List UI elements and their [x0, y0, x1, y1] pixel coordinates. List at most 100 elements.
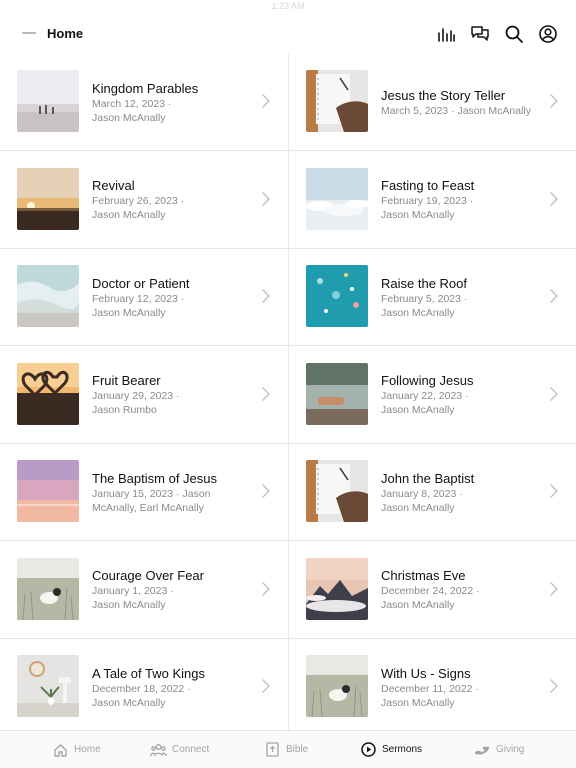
- sermon-meta: Jason McAnally: [92, 111, 166, 124]
- sermon-item[interactable]: Raise the Roof February 5, 2023 · Jason Mc…: [289, 249, 576, 346]
- status-bar: 1:23 AM: [0, 0, 576, 14]
- chevron-right-icon: [549, 679, 559, 693]
- chevron-right-icon: [261, 386, 271, 401]
- sermon-meta: January 8, 2023 ·: [381, 487, 463, 500]
- sermon-meta: Jason McAnally: [381, 696, 455, 709]
- chevron-right-icon: [261, 679, 271, 693]
- sermon-thumbnail: [17, 655, 79, 717]
- sermon-item[interactable]: With Us - Signs December 11, 2022 · Jason …: [289, 639, 576, 730]
- sermon-title: A Tale of Two Kings: [92, 665, 205, 681]
- sermon-item[interactable]: A Tale of Two Kings December 18, 2022 · Ja…: [0, 639, 288, 730]
- tab-connect[interactable]: Connect: [150, 742, 209, 757]
- sermon-item[interactable]: Jesus the Story Teller March 5, 2023 · Ja…: [289, 54, 576, 151]
- tab-label: Home: [74, 744, 101, 755]
- chevron-right-icon: [549, 484, 559, 498]
- sermon-item[interactable]: Fasting to Feast February 19, 2023 · Jason…: [289, 152, 576, 249]
- sermon-item[interactable]: Courage Over Fear January 1, 2023 · Jason …: [0, 542, 288, 639]
- sermon-title: Revival: [92, 178, 135, 193]
- sermon-thumbnail: [17, 167, 79, 230]
- sermon-meta: February 12, 2023 ·: [92, 292, 185, 305]
- sermon-title: With Us - Signs: [381, 665, 471, 681]
- sermon-title: Following Jesus: [381, 373, 474, 388]
- sermon-title: Christmas Eve: [381, 568, 466, 583]
- sermon-thumbnail: [306, 460, 368, 522]
- sermon-info: Revival February 26, 2023 · Jason McAnally: [92, 152, 258, 248]
- sermon-meta: Jason McAnally: [381, 501, 455, 514]
- sermon-thumbnail: [17, 362, 79, 425]
- sermon-title: Kingdom Parables: [92, 80, 199, 96]
- sermon-meta: February 5, 2023 ·: [381, 292, 468, 305]
- sermon-title: John the Baptist: [381, 470, 475, 486]
- chevron-right-icon: [549, 581, 559, 596]
- sermon-item[interactable]: Christmas Eve December 24, 2022 · Jason Mc…: [289, 542, 576, 639]
- sermon-title: Courage Over Fear: [92, 568, 204, 583]
- sermon-info: John the Baptist January 8, 2023 · Jason M…: [381, 444, 546, 540]
- sermon-item[interactable]: Revival February 26, 2023 · Jason McAnally: [0, 152, 288, 249]
- sermon-meta: January 1, 2023 ·: [92, 585, 174, 597]
- sermon-meta: Jason Rumbo: [92, 404, 157, 416]
- bible-icon: [264, 742, 281, 757]
- chevron-right-icon: [261, 289, 271, 303]
- tab-giving[interactable]: Giving: [474, 742, 524, 757]
- sermon-meta: December 24, 2022 ·: [381, 585, 480, 597]
- sermon-meta: January 15, 2023 · Jason: [92, 487, 211, 500]
- sermon-meta: Jason McAnally: [92, 209, 166, 221]
- sermon-thumbnail: [17, 265, 79, 327]
- people-icon: [150, 742, 167, 757]
- chevron-right-icon: [261, 484, 271, 498]
- sermon-info: Jesus the Story Teller March 5, 2023 · Ja…: [381, 54, 546, 150]
- sermon-item[interactable]: Fruit Bearer January 29, 2023 · Jason Rumb…: [0, 347, 288, 444]
- sermon-thumbnail: [306, 70, 368, 132]
- sermon-title: Jesus the Story Teller: [381, 87, 506, 103]
- sermon-meta: December 18, 2022 ·: [92, 682, 191, 695]
- sermon-info: A Tale of Two Kings December 18, 2022 · Ja…: [92, 639, 258, 730]
- chevron-right-icon: [549, 289, 559, 303]
- sermon-thumbnail: [306, 265, 368, 327]
- sermon-info: Kingdom Parables March 12, 2023 · Jason Mc…: [92, 54, 258, 150]
- sermon-meta: March 12, 2023 ·: [92, 97, 172, 110]
- sermon-item[interactable]: Kingdom Parables March 12, 2023 · Jason Mc…: [0, 54, 288, 151]
- sermon-list: Kingdom Parables March 12, 2023 · Jason Mc…: [0, 54, 576, 730]
- sermon-info: Christmas Eve December 24, 2022 · Jason Mc…: [381, 542, 546, 638]
- tab-home[interactable]: Home: [52, 742, 101, 757]
- chevron-right-icon: [549, 94, 559, 108]
- chevron-right-icon: [549, 386, 559, 401]
- chevron-right-icon: [261, 581, 271, 596]
- account-icon[interactable]: [538, 24, 558, 44]
- sermon-item[interactable]: The Baptism of Jesus January 15, 2023 · J…: [0, 444, 288, 541]
- sermon-meta: January 29, 2023 ·: [92, 390, 180, 402]
- sermon-info: Fruit Bearer January 29, 2023 · Jason Rumb…: [92, 347, 258, 443]
- tab-label: Giving: [496, 744, 525, 755]
- search-icon[interactable]: [504, 24, 524, 44]
- chat-icon[interactable]: [470, 24, 490, 44]
- sermon-thumbnail: [306, 655, 368, 717]
- sermon-thumbnail: [17, 557, 79, 620]
- church-logo: [22, 32, 36, 34]
- sermon-meta: Jason McAnally: [92, 306, 166, 319]
- sermon-meta: Jason McAnally: [92, 696, 166, 709]
- sermon-meta: March 5, 2023 · Jason McAnally: [381, 104, 531, 117]
- sermon-title: Fasting to Feast: [381, 178, 475, 193]
- sermon-thumbnail: [306, 167, 368, 230]
- app-header: Home: [0, 14, 576, 54]
- tab-label: Bible: [286, 744, 309, 755]
- sermon-meta: December 11, 2022 ·: [381, 682, 479, 695]
- tab-bar: Home Connect Bible Sermons Giving: [0, 730, 576, 768]
- sermon-item[interactable]: John the Baptist January 8, 2023 · Jason M…: [289, 444, 576, 541]
- sermon-info: The Baptism of Jesus January 15, 2023 · J…: [92, 444, 258, 540]
- tab-label: Connect: [172, 744, 210, 755]
- chart-icon[interactable]: [436, 24, 456, 44]
- sermon-title: Doctor or Patient: [92, 275, 190, 291]
- sermon-info: Fasting to Feast February 19, 2023 · Jason…: [381, 152, 546, 248]
- tab-sermons[interactable]: Sermons: [360, 742, 422, 757]
- sermon-item[interactable]: Doctor or Patient February 12, 2023 · Jaso…: [0, 249, 288, 346]
- sermon-meta: February 19, 2023 ·: [381, 195, 474, 207]
- sermon-info: Raise the Roof February 5, 2023 · Jason Mc…: [381, 249, 546, 345]
- sermon-item[interactable]: Following Jesus January 22, 2023 · Jason M…: [289, 347, 576, 444]
- sermon-meta: Jason McAnally: [381, 404, 455, 416]
- sermon-title: Fruit Bearer: [92, 373, 161, 388]
- sermon-thumbnail: [306, 362, 368, 425]
- sermon-info: With Us - Signs December 11, 2022 · Jason …: [381, 639, 546, 730]
- sermon-meta: February 26, 2023 ·: [92, 195, 185, 207]
- tab-bible[interactable]: Bible: [264, 742, 308, 757]
